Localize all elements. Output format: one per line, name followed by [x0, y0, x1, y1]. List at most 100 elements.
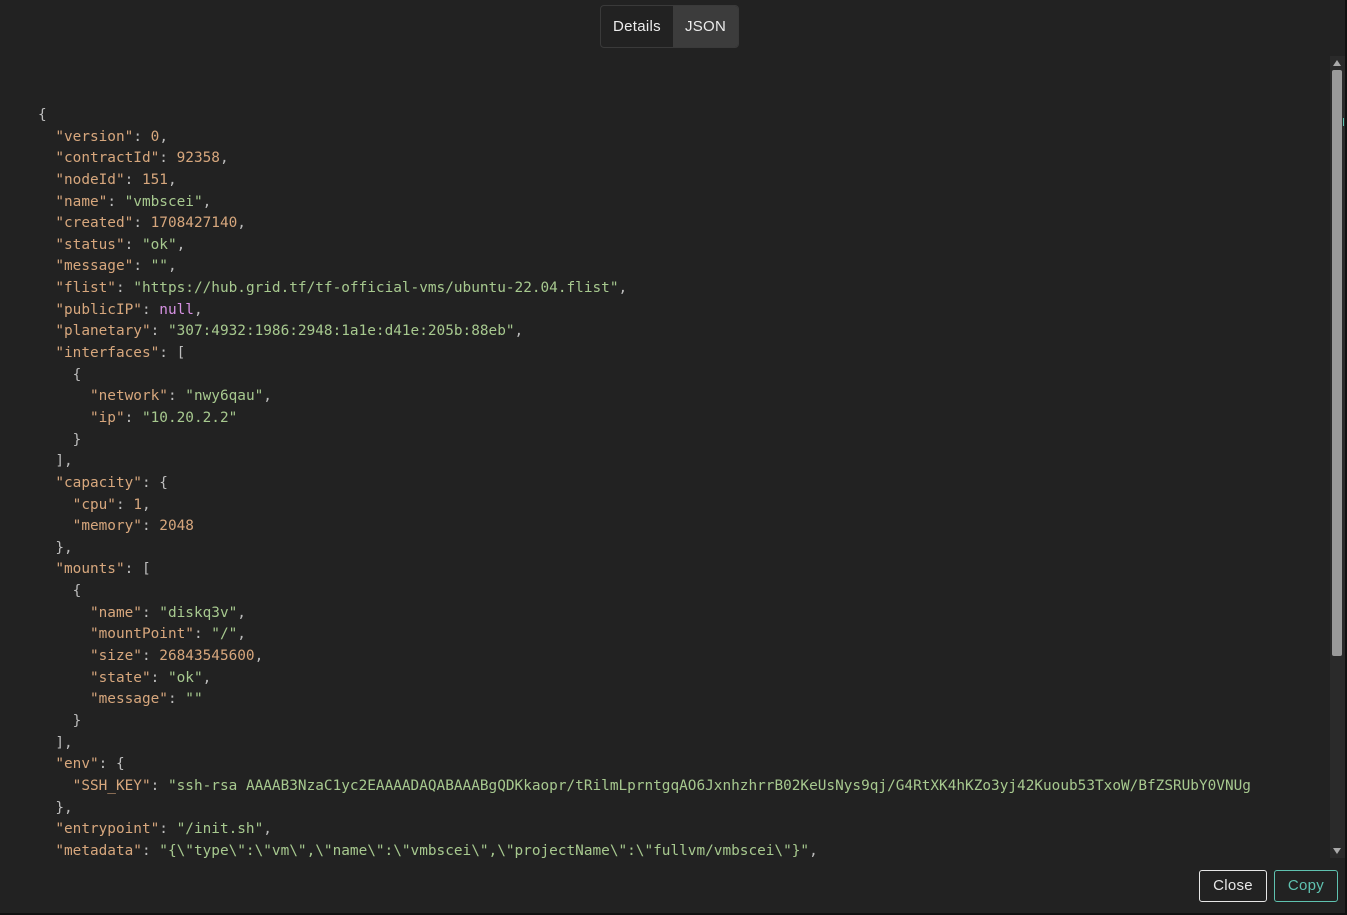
json-token: :: [141, 842, 160, 858]
json-token: "/init.sh": [176, 821, 264, 838]
json-line: "capacity": {: [38, 473, 1308, 495]
json-token: :: [193, 626, 212, 643]
json-token: "https://hub.grid.tf/tf-official-vms/ubu…: [133, 280, 619, 297]
json-line: "metadata": "{\"type\":\"vm\",\"name\":\…: [38, 841, 1308, 858]
vertical-scrollbar[interactable]: [1330, 56, 1345, 858]
json-token: "size": [89, 648, 142, 665]
json-token: "mounts": [55, 561, 125, 578]
json-token: "created": [55, 215, 134, 232]
json-line: "flist": "https://hub.grid.tf/tf-officia…: [38, 278, 1308, 300]
scroll-up-icon[interactable]: [1333, 60, 1341, 66]
json-line: "entrypoint": "/init.sh",: [38, 819, 1308, 841]
json-token: ,: [159, 128, 168, 145]
json-token: "interfaces": [55, 345, 160, 362]
tab-json[interactable]: JSON: [672, 6, 739, 47]
json-token: ,: [618, 280, 628, 297]
json-token: "contractId": [55, 150, 160, 167]
json-token: "publicIP": [55, 301, 142, 318]
json-line: ],: [38, 733, 1308, 755]
json-token: 0: [150, 128, 160, 145]
json-token: 1: [133, 496, 142, 513]
json-token: "": [185, 691, 203, 708]
json-token: :: [141, 518, 160, 535]
edge-indicator: [1343, 118, 1347, 126]
json-token: ,: [202, 669, 212, 686]
json-line: "interfaces": [: [38, 343, 1308, 365]
json-token: ,: [167, 258, 177, 275]
json-token: 151: [141, 171, 168, 188]
json-token: "10.20.2.2": [141, 409, 238, 426]
json-line: "nodeId": 151,: [38, 170, 1308, 192]
json-token: ,: [193, 301, 203, 318]
json-token: :: [115, 280, 134, 297]
scrollbar-thumb[interactable]: [1332, 70, 1342, 656]
json-viewer[interactable]: { "version": 0, "contractId": 92358, "no…: [1, 56, 1329, 858]
json-token: ,: [237, 215, 246, 232]
json-token: {: [38, 366, 82, 383]
json-token: ],: [38, 734, 73, 751]
json-token: "capacity": [55, 474, 142, 491]
json-token: ,: [141, 496, 151, 513]
tab-details[interactable]: Details: [601, 6, 673, 47]
copy-button[interactable]: Copy: [1274, 870, 1338, 902]
json-line: "network": "nwy6qau",: [38, 386, 1308, 408]
json-token: :: [133, 128, 151, 145]
json-token: ,: [263, 821, 272, 838]
json-token: "memory": [72, 518, 142, 535]
json-token: :: [150, 323, 168, 340]
json-token: null: [159, 301, 194, 318]
json-line: }: [38, 711, 1308, 733]
json-line: "env": {: [38, 754, 1308, 776]
json-line: "name": "vmbscei",: [38, 192, 1308, 214]
json-token: "": [150, 258, 168, 275]
json-line: "name": "diskq3v",: [38, 603, 1308, 625]
json-dialog: Details JSON { "version": 0, "contractId…: [0, 0, 1347, 915]
json-line: "contractId": 92358,: [38, 148, 1308, 170]
json-token: }: [38, 431, 82, 448]
json-line: "status": "ok",: [38, 235, 1308, 257]
json-token: ,: [514, 323, 524, 340]
json-token: 2048: [159, 518, 194, 535]
json-token: "env": [55, 756, 99, 773]
json-token: ,: [254, 648, 264, 665]
scroll-down-icon[interactable]: [1333, 848, 1341, 854]
json-token: 26843545600: [159, 648, 255, 665]
json-token: "version": [55, 128, 134, 145]
json-line: "message": "": [38, 689, 1308, 711]
json-token: ],: [38, 453, 73, 470]
json-line: "state": "ok",: [38, 668, 1308, 690]
json-token: :: [167, 388, 186, 405]
json-token: : [: [124, 561, 151, 578]
json-token: ,: [167, 171, 177, 188]
json-token: }: [38, 712, 82, 729]
json-line: {: [38, 105, 1308, 127]
close-button[interactable]: Close: [1199, 870, 1267, 902]
json-line: {: [38, 365, 1308, 387]
json-token: "ip": [89, 409, 125, 426]
json-token: :: [167, 691, 186, 708]
json-line: },: [38, 798, 1308, 820]
json-token: "metadata": [55, 842, 142, 858]
json-token: "ok": [167, 669, 203, 686]
json-line: "planetary": "307:4932:1986:2948:1a1e:d4…: [38, 321, 1308, 343]
json-token: "planetary": [55, 323, 151, 340]
json-line: "version": 0,: [38, 127, 1308, 149]
json-line: {: [38, 581, 1308, 603]
json-token: : [: [159, 345, 186, 362]
json-token: : {: [98, 756, 125, 773]
json-token: "ok": [141, 236, 177, 253]
json-line: "mounts": [: [38, 559, 1308, 581]
